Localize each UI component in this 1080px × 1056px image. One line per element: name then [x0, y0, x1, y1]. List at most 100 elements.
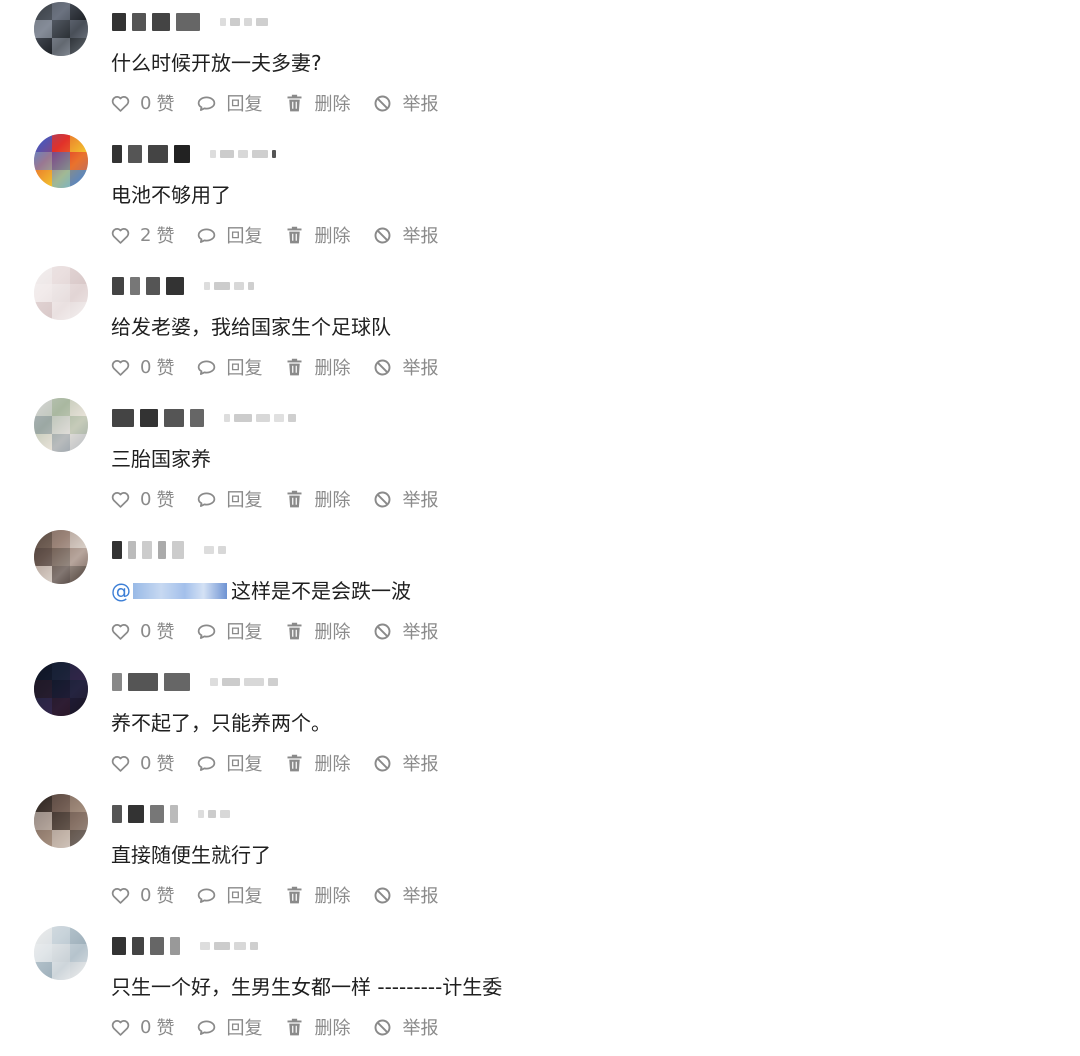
avatar-pixel	[70, 434, 88, 452]
blurred-meta-block	[210, 678, 218, 686]
blurred-meta-block	[220, 18, 226, 26]
avatar-pixel	[34, 926, 52, 944]
delete-button[interactable]: 删除	[284, 1014, 350, 1040]
avatar-pixel	[52, 662, 70, 680]
report-button[interactable]: 举报	[372, 90, 438, 116]
avatar-pixel	[70, 20, 88, 38]
blurred-meta-block	[204, 282, 210, 290]
blurred-name-block	[112, 409, 134, 427]
blurred-name-block	[112, 145, 122, 163]
avatar-pixel	[34, 134, 52, 152]
like-button[interactable]: 0 赞	[110, 1014, 174, 1040]
comment-meta	[112, 406, 412, 430]
like-button[interactable]: 0 赞	[110, 750, 174, 776]
report-button[interactable]: 举报	[372, 354, 438, 380]
reply-button[interactable]: 回复	[196, 486, 262, 512]
blurred-name-block	[174, 145, 190, 163]
avatar[interactable]	[34, 794, 88, 848]
avatar-pixel	[52, 20, 70, 38]
reply-button[interactable]: 回复	[196, 354, 262, 380]
report-button[interactable]: 举报	[372, 1014, 438, 1040]
reply-button[interactable]: 回复	[196, 882, 262, 908]
report-button[interactable]: 举报	[372, 222, 438, 248]
blurred-meta-block	[256, 414, 270, 422]
blurred-meta-block	[234, 942, 246, 950]
avatar-pixel	[34, 2, 52, 20]
mention-name-blurred[interactable]	[133, 582, 227, 599]
comment-meta	[112, 10, 412, 34]
blurred-name-block	[112, 673, 122, 691]
reply-button[interactable]: 回复	[196, 222, 262, 248]
avatar-pixel	[70, 566, 88, 584]
blurred-name-block	[130, 277, 140, 295]
blurred-meta-block	[250, 942, 258, 950]
comment-actions: 0 赞 回复 删除 举报	[110, 1013, 460, 1041]
avatar[interactable]	[34, 662, 88, 716]
like-label: 赞	[156, 490, 175, 511]
avatar-pixel	[70, 170, 88, 188]
like-button[interactable]: 0 赞	[110, 90, 174, 116]
avatar[interactable]	[34, 398, 88, 452]
delete-button[interactable]: 删除	[284, 882, 350, 908]
avatar[interactable]	[34, 530, 88, 584]
delete-label: 删除	[314, 490, 351, 511]
like-count: 0	[140, 356, 152, 378]
like-count: 0	[140, 752, 152, 774]
chat-bubble-icon	[198, 228, 216, 243]
blurred-name-block	[158, 541, 166, 559]
like-button[interactable]: 0 赞	[110, 486, 174, 512]
blurred-meta-block	[234, 414, 252, 422]
delete-button[interactable]: 删除	[284, 618, 350, 644]
avatar-pixel	[34, 302, 52, 320]
avatar[interactable]	[34, 926, 88, 980]
like-button[interactable]: 0 赞	[110, 882, 174, 908]
reply-button[interactable]: 回复	[196, 618, 262, 644]
delete-button[interactable]: 删除	[284, 750, 350, 776]
reply-button[interactable]: 回复	[196, 90, 262, 116]
block-icon	[374, 227, 391, 243]
comment-item: 给发老婆，我给国家生个足球队 0 赞 回复 删除 举报	[0, 264, 1080, 396]
like-count: 2	[140, 224, 152, 246]
like-button[interactable]: 0 赞	[110, 354, 174, 380]
avatar-pixel	[34, 962, 52, 980]
delete-button[interactable]: 删除	[284, 486, 350, 512]
mention-link[interactable]: @	[111, 579, 131, 603]
block-icon	[374, 887, 391, 903]
blurred-name-block	[166, 277, 184, 295]
chat-bubble-icon	[198, 360, 216, 375]
report-button[interactable]: 举报	[372, 618, 438, 644]
comment-meta	[112, 142, 412, 166]
blurred-meta-block	[274, 414, 284, 422]
delete-button[interactable]: 删除	[284, 222, 350, 248]
chat-bubble-icon	[198, 624, 216, 639]
comment-text: 三胎国家养	[111, 447, 211, 471]
delete-button[interactable]: 删除	[284, 90, 350, 116]
comment-actions: 0 赞 回复 删除 举报	[110, 881, 460, 909]
avatar[interactable]	[34, 134, 88, 188]
avatar[interactable]	[34, 266, 88, 320]
avatar-pixel	[52, 812, 70, 830]
avatar-pixel	[52, 530, 70, 548]
reply-button[interactable]: 回复	[196, 1014, 262, 1040]
delete-button[interactable]: 删除	[284, 354, 350, 380]
blurred-meta-block	[268, 678, 278, 686]
blurred-meta-block	[230, 18, 240, 26]
report-button[interactable]: 举报	[372, 882, 438, 908]
report-button[interactable]: 举报	[372, 486, 438, 512]
trash-icon	[287, 358, 302, 375]
like-button[interactable]: 0 赞	[110, 618, 174, 644]
reply-button[interactable]: 回复	[196, 750, 262, 776]
blurred-meta-block	[238, 150, 248, 158]
avatar-pixel	[34, 548, 52, 566]
avatar-pixel	[70, 530, 88, 548]
blurred-name-block	[190, 409, 204, 427]
avatar[interactable]	[34, 2, 88, 56]
delete-label: 删除	[314, 358, 351, 379]
like-count: 0	[140, 488, 152, 510]
like-button[interactable]: 2 赞	[110, 222, 174, 248]
delete-label: 删除	[314, 94, 351, 115]
heart-icon	[111, 95, 130, 112]
report-button[interactable]: 举报	[372, 750, 438, 776]
avatar-pixel	[34, 680, 52, 698]
comment-text: 电池不够用了	[111, 183, 231, 207]
